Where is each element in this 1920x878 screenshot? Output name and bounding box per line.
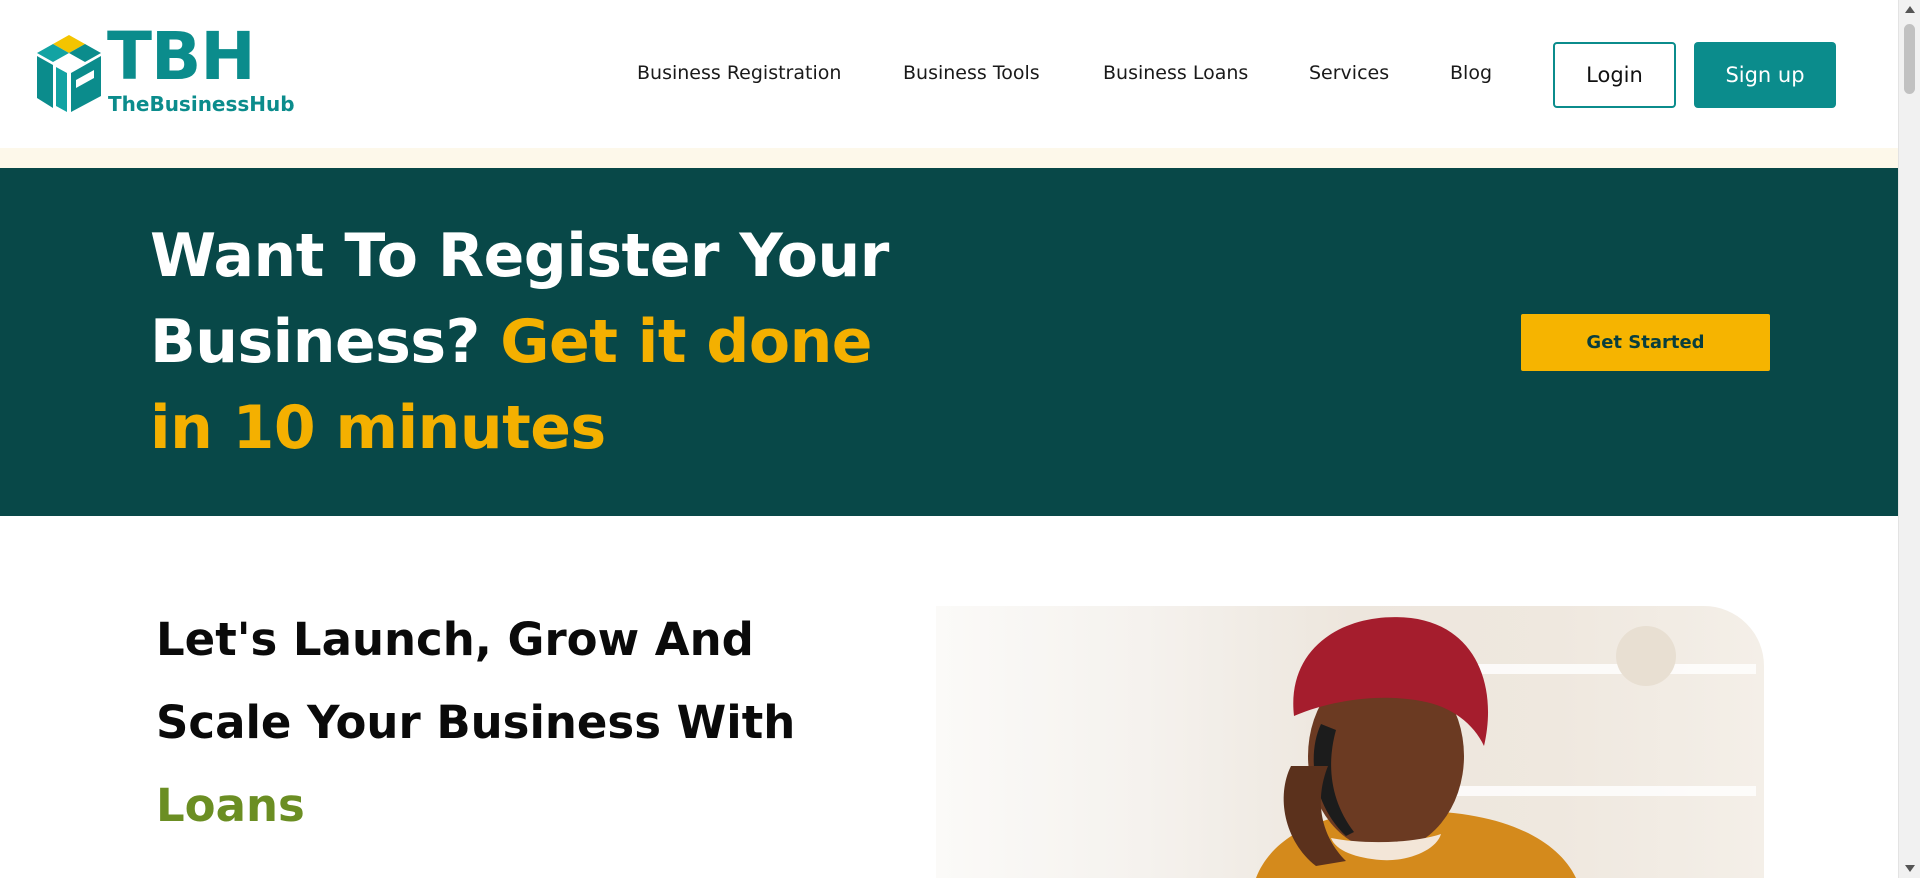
site-header: TBH TheBusinessHub Business Registration… <box>0 0 1898 148</box>
header-divider-strip <box>0 148 1898 168</box>
signup-button[interactable]: Sign up <box>1694 42 1836 108</box>
scroll-down-arrow-icon[interactable] <box>1905 865 1915 872</box>
loans-heading: Let's Launch, Grow And Scale Your Busine… <box>156 598 876 847</box>
nav-business-registration[interactable]: Business Registration <box>637 62 841 84</box>
nav-blog[interactable]: Blog <box>1450 62 1492 84</box>
scroll-up-arrow-icon[interactable] <box>1905 6 1915 13</box>
login-button[interactable]: Login <box>1553 42 1676 108</box>
woman-figure <box>1256 617 1576 878</box>
page: TBH TheBusinessHub Business Registration… <box>0 0 1898 878</box>
photo-wall-decor <box>1616 626 1676 686</box>
banner-heading: Want To Register Your Business? Get it d… <box>150 213 910 471</box>
page-scrollbar[interactable] <box>1898 0 1920 878</box>
loans-heading-highlight: Loans <box>156 779 305 832</box>
scrollbar-thumb[interactable] <box>1904 24 1915 94</box>
get-started-button[interactable]: Get Started <box>1521 314 1770 371</box>
logo-subtitle: TheBusinessHub <box>108 92 295 116</box>
nav-services[interactable]: Services <box>1309 62 1389 84</box>
woman-on-phone-photo <box>936 606 1764 878</box>
loans-heading-plain: Let's Launch, Grow And Scale Your Busine… <box>156 613 796 749</box>
nav-business-loans[interactable]: Business Loans <box>1103 62 1248 84</box>
nav-business-tools[interactable]: Business Tools <box>903 62 1040 84</box>
registration-banner: Want To Register Your Business? Get it d… <box>0 168 1898 516</box>
